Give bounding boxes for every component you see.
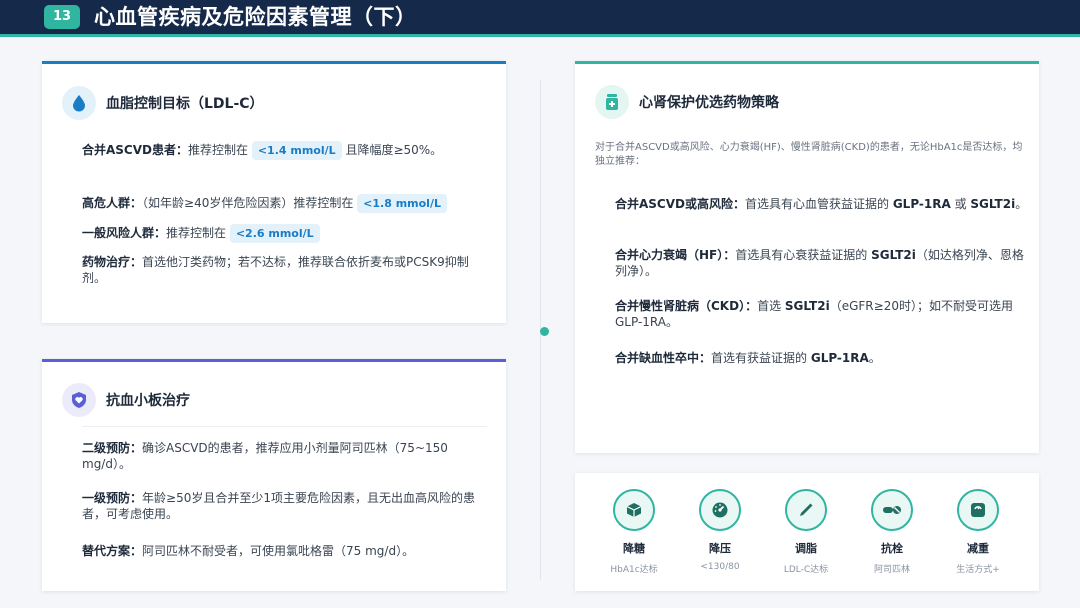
lipid-general-risk-text: 一般风险人群：推荐控制在 <2.6 mmol/L xyxy=(82,224,492,243)
goal-antithrombotic: 抗栓 阿司匹林 xyxy=(847,489,937,575)
antiplatelet-secondary-text: 二级预防：确诊ASCVD的患者，推荐应用小剂量阿司匹林（75~150 mg/d）… xyxy=(82,441,448,471)
cardiorenal-card: 心肾保护优选药物策略 对于合并ASCVD或高风险、心力衰竭(HF)、慢性肾脏病(… xyxy=(575,61,1039,453)
rec-stroke: 合并缺血性卒中：首选有获益证据的 GLP-1RA。 xyxy=(615,351,881,365)
pen-icon xyxy=(785,489,827,531)
lipid-card-accent xyxy=(42,61,506,64)
cardiorenal-card-accent xyxy=(575,61,1039,64)
header-bar: 13 心血管疾病及危险因素管理（下） xyxy=(0,0,1080,34)
ldl-target-badge: <1.8 mmol/L xyxy=(357,194,447,213)
shield-heart-icon xyxy=(62,383,96,417)
page-title: 心血管疾病及危险因素管理（下） xyxy=(94,5,417,29)
water-drop-icon xyxy=(62,86,96,120)
medicine-bottle-icon xyxy=(595,85,629,119)
rec-ckd: 合并慢性肾脏病（CKD）：首选 SGLT2i（eGFR≥20时）；如不耐受可选用… xyxy=(615,299,1013,329)
goal-weight: 减重 生活方式+ xyxy=(933,489,1023,575)
rec-heart-failure: 合并心力衰竭（HF）：首选具有心衰获益证据的 SGLT2i（如达格列净、恩格列净… xyxy=(615,248,1024,278)
antiplatelet-card-title: 抗血小板治疗 xyxy=(106,393,190,409)
goal-blood-pressure: 降压 <130/80 xyxy=(675,489,765,572)
lipid-drug-text: 药物治疗：首选他汀类药物；若不达标，推荐联合依折麦布或PCSK9抑制剂。 xyxy=(82,255,469,285)
ldl-target-badge: <1.4 mmol/L xyxy=(251,141,342,160)
header-accent-line xyxy=(0,34,1080,37)
antiplatelet-card-accent xyxy=(42,359,506,362)
scale-icon xyxy=(957,489,999,531)
cube-icon xyxy=(613,489,655,531)
gauge-icon xyxy=(699,489,741,531)
divider-dot xyxy=(540,327,549,336)
goal-glucose: 降糖 HbA1c达标 xyxy=(589,489,679,575)
lipid-high-risk-text: 高危人群：（如年龄≥40岁伴危险因素）推荐控制在 <1.8 mmol/L xyxy=(82,194,492,213)
ldl-target-badge: <2.6 mmol/L xyxy=(229,224,320,243)
lipid-card: 血脂控制目标（LDL-C） 合并ASCVD患者：推荐控制在 <1.4 mmol/… xyxy=(42,61,506,323)
rec-ascvd: 合并ASCVD或高风险：首选具有心血管获益证据的 GLP-1RA 或 SGLT2… xyxy=(615,197,1028,211)
slide-number: 13 xyxy=(44,5,80,29)
antiplatelet-primary-text: 一级预防：年龄≥50岁且合并至少1项主要危险因素，且无出血高风险的患者，可考虑使… xyxy=(82,491,475,521)
goals-strip: 降糖 HbA1c达标 降压 <130/80 调脂 LDL-C达标 抗栓 阿司匹林… xyxy=(575,473,1039,591)
goal-lipid: 调脂 LDL-C达标 xyxy=(761,489,851,575)
cardiorenal-card-title: 心肾保护优选药物策略 xyxy=(639,95,779,111)
cardiorenal-intro: 对于合并ASCVD或高风险、心力衰竭(HF)、慢性肾脏病(CKD)的患者，无论H… xyxy=(595,142,1023,167)
pill-icon xyxy=(871,489,913,531)
lipid-card-title: 血脂控制目标（LDL-C） xyxy=(106,96,264,112)
antiplatelet-title-divider xyxy=(82,426,487,427)
antiplatelet-alternative-text: 替代方案：阿司匹林不耐受者，可使用氯吡格雷（75 mg/d）。 xyxy=(82,544,415,558)
antiplatelet-card: 抗血小板治疗 二级预防：确诊ASCVD的患者，推荐应用小剂量阿司匹林（75~15… xyxy=(42,359,506,591)
lipid-ascvd-text: 合并ASCVD患者：推荐控制在 <1.4 mmol/L 且降幅度≥50%。 xyxy=(82,141,492,160)
